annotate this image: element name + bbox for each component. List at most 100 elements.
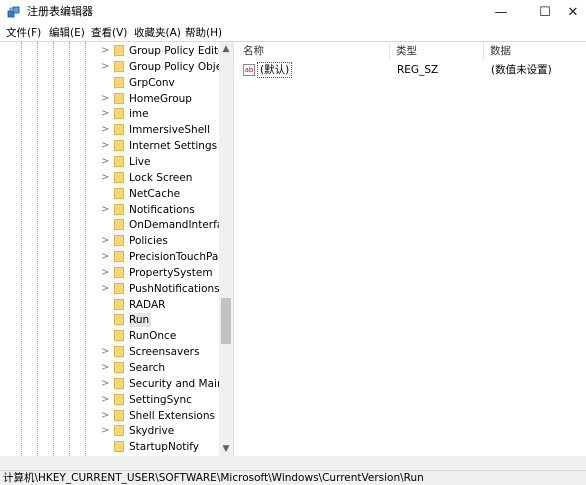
tree-item-label: ImmersiveShell xyxy=(129,124,211,137)
tree-item[interactable]: GrpConv xyxy=(0,75,219,91)
menu-help[interactable]: 帮助(H) xyxy=(185,26,222,40)
tree-item-label: OnDemandInterface xyxy=(129,219,219,232)
tree-item-label: Search xyxy=(129,362,166,374)
registry-tree[interactable]: > Group Policy Editor > Group Policy Objec G… xyxy=(0,42,233,456)
expand-arrow-icon[interactable]: > xyxy=(101,44,109,58)
expand-arrow-icon[interactable]: > xyxy=(101,361,109,375)
folder-icon xyxy=(114,108,124,120)
folder-icon xyxy=(114,203,124,215)
folder-icon xyxy=(114,298,124,310)
column-header-type[interactable]: 类型 xyxy=(390,42,484,60)
tree-item-label: Policies xyxy=(129,235,168,248)
folder-icon xyxy=(114,124,124,136)
expand-arrow-icon[interactable]: > xyxy=(101,424,109,438)
tree-item[interactable]: > Group Policy Objec xyxy=(0,59,219,75)
tree-item[interactable]: > ime xyxy=(0,106,219,122)
expand-arrow-icon[interactable]: > xyxy=(101,60,109,74)
folder-icon xyxy=(114,140,124,152)
expand-arrow-icon[interactable]: > xyxy=(101,377,109,391)
tree-item-label: ime xyxy=(129,108,149,121)
tree-item[interactable]: OnDemandInterface xyxy=(0,217,219,233)
menu-file[interactable]: 文件(F) xyxy=(6,26,41,40)
tree-item-label: PrecisionTouchPad xyxy=(129,251,219,264)
tree-item[interactable]: > PushNotifications xyxy=(0,281,219,297)
expand-arrow-icon[interactable]: > xyxy=(101,107,109,121)
expand-arrow-icon[interactable]: > xyxy=(101,92,109,106)
maximize-button[interactable]: ☐ xyxy=(528,0,562,24)
column-header-data[interactable]: 数据 xyxy=(484,42,586,60)
tree-item[interactable]: > Internet Settings xyxy=(0,138,219,154)
close-button[interactable]: ✕ xyxy=(560,0,586,24)
tree-item-label: Screensavers xyxy=(129,346,200,359)
values-list[interactable]: 名称 类型 数据 ab (默认) REG_SZ (数值未设置) xyxy=(237,42,586,456)
folder-icon xyxy=(114,330,124,342)
tree-item[interactable]: RunOnce xyxy=(0,328,219,344)
tree-item[interactable]: RADAR xyxy=(0,297,219,313)
tree-item-label: SettingSync xyxy=(129,393,192,406)
folder-icon xyxy=(114,346,124,358)
tree-item[interactable]: > Search xyxy=(0,360,219,376)
tree-item[interactable]: StartupNotify xyxy=(0,439,219,455)
tree-item[interactable]: > Skydrive xyxy=(0,423,219,439)
menu-view[interactable]: 查看(V) xyxy=(91,26,127,40)
tree-item[interactable]: > HomeGroup xyxy=(0,91,219,107)
column-header-name[interactable]: 名称 xyxy=(237,42,390,60)
tree-item[interactable]: > Shell Extensions xyxy=(0,408,219,424)
tree-item[interactable]: NetCache xyxy=(0,186,219,202)
tree-item-label: Run xyxy=(129,313,152,328)
tree-item[interactable]: > PropertySystem xyxy=(0,265,219,281)
menu-edit[interactable]: 编辑(E) xyxy=(49,26,85,40)
expand-arrow-icon[interactable]: > xyxy=(101,234,109,248)
tree-item[interactable]: > PrecisionTouchPad xyxy=(0,249,219,265)
maximize-icon: ☐ xyxy=(539,4,551,20)
folder-icon xyxy=(114,266,124,278)
tree-item-label: StartupNotify xyxy=(129,441,200,454)
minimize-icon: — xyxy=(494,4,508,20)
tree-item[interactable]: > Notifications xyxy=(0,202,219,218)
expand-arrow-icon[interactable]: > xyxy=(101,250,109,264)
tree-item[interactable]: > Live xyxy=(0,154,219,170)
expand-arrow-icon[interactable]: > xyxy=(101,155,109,169)
tree-item-label: Lock Screen xyxy=(129,171,193,184)
scroll-up-icon[interactable]: ▲ xyxy=(219,42,233,56)
expand-arrow-icon[interactable]: > xyxy=(101,345,109,359)
status-bar: 计算机\HKEY_CURRENT_USER\SOFTWARE\Microsoft… xyxy=(0,470,586,485)
tree-item-label: Shell Extensions xyxy=(129,409,215,422)
expand-arrow-icon[interactable]: > xyxy=(101,123,109,137)
tree-item-label: Group Policy Objec xyxy=(129,60,219,73)
scroll-thumb[interactable] xyxy=(221,298,231,344)
tree-item-label: PropertySystem xyxy=(129,266,213,279)
expand-arrow-icon[interactable]: > xyxy=(101,393,109,407)
folder-icon xyxy=(114,282,124,294)
tree-vertical-scrollbar[interactable]: ▲ ▼ xyxy=(219,42,233,456)
tree-item[interactable]: > Security and Mainte xyxy=(0,376,219,392)
minimize-button[interactable]: — xyxy=(484,0,518,24)
tree-item[interactable]: Run xyxy=(0,312,219,328)
folder-icon xyxy=(114,60,124,72)
horizontal-scrollbar[interactable] xyxy=(0,456,586,470)
tree-item-label: Notifications xyxy=(129,203,195,216)
tree-item[interactable]: > Lock Screen xyxy=(0,170,219,186)
expand-arrow-icon[interactable]: > xyxy=(101,139,109,153)
tree-item-label: RADAR xyxy=(129,298,166,311)
expand-arrow-icon[interactable]: > xyxy=(101,171,109,185)
tree-item[interactable]: > Group Policy Editor xyxy=(0,43,219,59)
folder-icon xyxy=(114,219,124,231)
menu-favorites[interactable]: 收藏夹(A) xyxy=(134,26,181,40)
expand-arrow-icon[interactable]: > xyxy=(101,203,109,217)
tree-item[interactable]: > SettingSync xyxy=(0,392,219,408)
tree-item-label: RunOnce xyxy=(129,330,177,343)
expand-arrow-icon[interactable]: > xyxy=(101,266,109,280)
tree-item[interactable]: > Policies xyxy=(0,233,219,249)
value-name[interactable]: (默认) xyxy=(257,62,293,78)
tree-item-label: Internet Settings xyxy=(129,140,218,153)
folder-icon xyxy=(114,235,124,247)
scroll-down-icon[interactable]: ▼ xyxy=(219,442,233,456)
folder-icon xyxy=(114,409,124,421)
expand-arrow-icon[interactable]: > xyxy=(101,282,109,296)
expand-arrow-icon[interactable]: > xyxy=(101,409,109,423)
menu-bar: 文件(F) 编辑(E) 查看(V) 收藏夹(A) 帮助(H) xyxy=(0,24,586,42)
tree-item[interactable]: > Screensavers xyxy=(0,344,219,360)
tree-item-label: Skydrive xyxy=(129,425,175,438)
tree-item[interactable]: > ImmersiveShell xyxy=(0,122,219,138)
